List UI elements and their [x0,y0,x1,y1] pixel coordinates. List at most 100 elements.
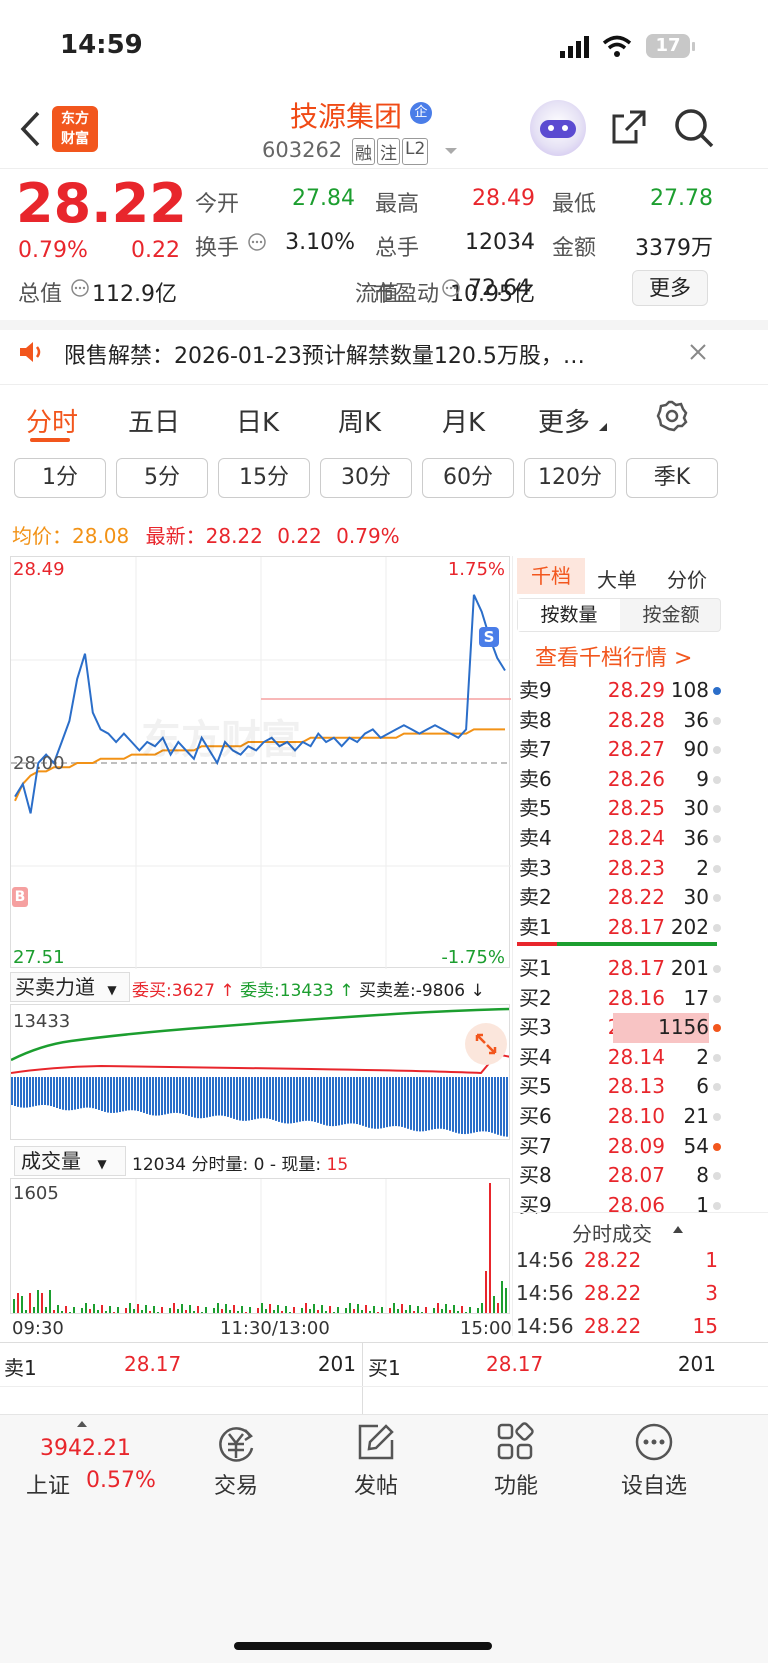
app-logo[interactable]: 东方 财富 [52,106,98,152]
by-amount[interactable]: 按金额 [620,599,722,631]
bottom-sell-label: 卖1 [4,1356,37,1380]
buy-marker[interactable]: B [12,887,28,907]
force-chart[interactable]: 13433 -11775 [10,1004,510,1140]
more-icon[interactable] [634,1422,674,1462]
tab-quarterly[interactable]: 季K [626,458,718,498]
force-bar [11,1077,13,1105]
force-selector[interactable]: 买卖力道 ▼ [10,972,130,1002]
tab-120min[interactable]: 120分 [524,458,616,498]
tab-post[interactable]: 发帖 [336,1468,416,1500]
expand-button[interactable] [465,1023,507,1065]
ask-row[interactable]: 卖8 28.28 36 [513,706,768,736]
force-bar [278,1077,280,1122]
bid-row[interactable]: 买328.151156 [513,1013,768,1043]
bid-row[interactable]: 买8 28.07 8 [513,1161,768,1191]
book-volume: 9 [696,766,709,791]
bid-row[interactable]: 买9 28.06 1 [513,1191,768,1221]
bid-row[interactable]: 买5 28.13 6 [513,1072,768,1102]
robot-avatar[interactable] [530,100,586,156]
bid-row[interactable]: 买1 28.17 201 [513,954,768,984]
by-quantity[interactable]: 按数量 [518,599,620,631]
tab-60min[interactable]: 60分 [422,458,514,498]
book-dot [713,1142,721,1151]
post-icon[interactable] [356,1422,396,1462]
intraday-chart[interactable]: 东方财富 28.49 28.00 27.51 1.75% -1.75% S B [10,556,511,969]
ask-row[interactable]: 卖5 28.25 30 [513,794,768,824]
volume-chart[interactable]: 1605 [10,1178,510,1314]
force-bar [314,1077,316,1122]
force-bar [239,1077,241,1121]
info-icon[interactable] [441,278,461,298]
ask-row[interactable]: 卖9 28.29 108 [513,676,768,706]
functions-icon[interactable] [496,1422,536,1462]
index-value[interactable]: 3942.21 [40,1436,131,1461]
force-bar [212,1077,214,1117]
bottom-buy-label: 买1 [368,1356,401,1380]
tab-5min[interactable]: 5分 [116,458,208,498]
ask-row[interactable]: 卖1 28.17 202 [513,913,768,943]
sell-marker[interactable]: S [479,627,499,647]
ask-row[interactable]: 卖6 28.26 9 [513,765,768,795]
volume-selector[interactable]: 成交量 ▼ [14,1146,126,1176]
tab-weekly[interactable]: 周K [338,402,381,439]
tab-daily[interactable]: 日K [236,402,279,439]
share-icon[interactable] [608,106,650,148]
book-tab-thousand[interactable]: 千档 [517,558,585,594]
tab-monthly[interactable]: 月K [442,402,485,439]
book-tab-big[interactable]: 大单 [597,564,637,593]
dropdown-icon[interactable] [444,146,458,156]
more-button[interactable]: 更多 [632,270,708,306]
ask-row[interactable]: 卖7 28.27 90 [513,735,768,765]
index-pct[interactable]: 0.57% [86,1468,156,1493]
force-diff-label: 买卖差: [358,981,416,1001]
ask-row[interactable]: 卖3 28.23 2 [513,854,768,884]
settings-icon[interactable] [656,400,688,432]
view-depth-link[interactable]: 查看千档行情 > [535,640,692,672]
book-dot [713,1053,721,1062]
back-icon[interactable] [18,110,42,148]
stock-code: 603262 [262,138,343,162]
tag-registered: 注 [377,138,400,165]
tab-five-day[interactable]: 五日 [128,402,180,439]
info-icon[interactable] [70,278,90,298]
force-bar [77,1077,79,1109]
bid-row[interactable]: 买4 28.14 2 [513,1043,768,1073]
tab-trade[interactable]: 交易 [196,1468,276,1500]
bid-row[interactable]: 买6 28.10 21 [513,1102,768,1132]
volume-bar [493,1296,495,1313]
ask-row[interactable]: 卖2 28.22 30 [513,883,768,913]
tab-15min[interactable]: 15分 [218,458,310,498]
bid-row[interactable]: 买2 28.16 17 [513,984,768,1014]
book-tab-price[interactable]: 分价 [667,564,707,593]
volume-bar [313,1304,315,1313]
book-sub-switch[interactable]: 按数量 按金额 [517,598,721,632]
book-volume: 54 [683,1133,709,1158]
ask-row[interactable]: 卖4 28.24 36 [513,824,768,854]
tab-more[interactable]: 更多 [538,402,590,439]
force-bar [305,1077,307,1121]
tab-functions[interactable]: 功能 [476,1468,556,1500]
tab-watchlist[interactable]: 设自选 [614,1468,694,1500]
tab-30min[interactable]: 30分 [320,458,412,498]
volume-bar [233,1305,235,1313]
force-bar [266,1077,268,1119]
trade-icon[interactable] [214,1422,258,1466]
info-icon[interactable] [247,232,267,252]
force-bar [302,1077,304,1122]
close-icon[interactable] [688,342,708,362]
index-name[interactable]: 上证 [26,1468,70,1500]
volume-bar [389,1308,391,1313]
force-bar [473,1077,475,1133]
tab-timeshare[interactable]: 分时 [26,402,78,439]
force-bar [260,1077,262,1119]
search-icon[interactable] [672,106,716,150]
tab-1min[interactable]: 1分 [14,458,106,498]
unlock-notice[interactable]: 限售解禁：2026-01-23预计解禁数量120.5万股，… [64,338,664,370]
force-bar [401,1077,403,1127]
trades-title[interactable]: 分时成交 [572,1218,652,1247]
volume-bar [93,1304,95,1313]
volume-bar [501,1281,503,1313]
force-bar [68,1077,70,1111]
bid-row[interactable]: 买7 28.09 54 [513,1132,768,1162]
force-bar [71,1077,73,1111]
